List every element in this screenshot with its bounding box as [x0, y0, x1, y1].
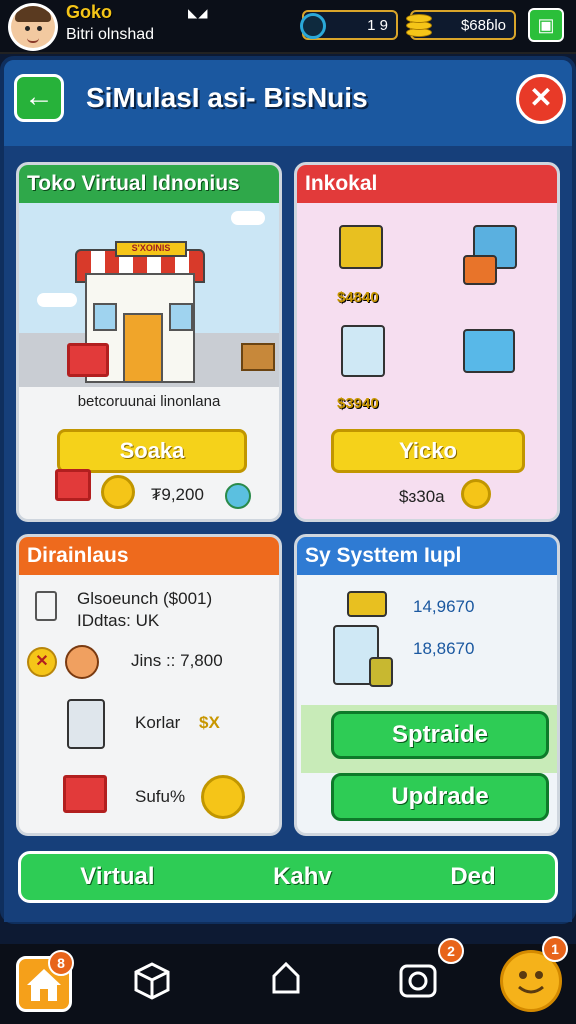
- box-icon: [241, 343, 275, 371]
- player-subtitle: Bitri olnshad: [66, 26, 155, 43]
- system-title: Sy Systtem Iupl: [297, 537, 557, 575]
- gem-icon: [300, 13, 326, 39]
- coin-icon: [101, 475, 135, 509]
- inventory-price-2: $3940: [337, 395, 379, 412]
- close-button[interactable]: ✕: [516, 74, 566, 124]
- tab-virtual[interactable]: Virtual: [80, 863, 154, 891]
- system-value-1: 14,9670: [413, 597, 475, 616]
- system-value-2: 18,8670: [413, 639, 475, 658]
- cloud-icon: [231, 211, 265, 225]
- shelf-cart-icon: [67, 699, 105, 749]
- player-name: Goko: [66, 2, 113, 22]
- profile-badge: 1: [542, 936, 568, 962]
- stats-line-4-label: Korlar: [135, 713, 181, 732]
- inventory-price: $ɜ30a: [399, 487, 445, 506]
- store-action-button[interactable]: Soaka: [57, 429, 247, 473]
- x-coin-icon[interactable]: ✕: [27, 647, 57, 677]
- eyes-icon: ◣◢: [188, 6, 209, 20]
- box-icon[interactable]: [128, 958, 176, 1006]
- shop-door: [123, 313, 163, 383]
- stats-line-1: Glsoeunch ($001): [77, 589, 213, 608]
- stats-panel: Dirainlaus Glsoeunch ($001) IDdtas: UK ✕…: [16, 534, 282, 836]
- sptraide-button[interactable]: Sptraide: [331, 711, 549, 759]
- basket-icon: [369, 657, 393, 687]
- avatar-hair: [15, 6, 51, 22]
- shop-sign: S'XOINIS: [115, 241, 187, 257]
- coin-icon: [461, 479, 491, 509]
- stats-line-2: IDdtas: UK: [77, 611, 160, 630]
- coins-value: $68ɓlo: [460, 16, 506, 34]
- basket-icon: [63, 775, 107, 813]
- coin-stack-icon: [406, 10, 434, 40]
- item-cart-icon[interactable]: [463, 329, 515, 373]
- page-title: SiMulasI asi- BisNuis: [86, 82, 368, 113]
- system-panel: Sy Systtem Iupl 14,9670 18,8670 Sptraide…: [294, 534, 560, 836]
- store-description: betcoruunai linonlana: [77, 393, 221, 410]
- inventory-action-button[interactable]: Yicko: [331, 429, 525, 473]
- item-crate-icon[interactable]: [339, 225, 383, 269]
- virtual-store-title: Toko Virtual Idnonius: [19, 165, 279, 203]
- inventory-price-1: $4840: [337, 289, 379, 306]
- store-scene: S'XOINIS: [19, 203, 279, 387]
- item-display-cart-icon[interactable]: [341, 325, 385, 377]
- home-badge: 8: [48, 950, 74, 976]
- upgrade-button[interactable]: Updrade: [331, 773, 549, 821]
- shop-plus-button[interactable]: ▣: [528, 8, 564, 42]
- stats-title: Dirainlaus: [19, 537, 279, 575]
- avatar-eye: [25, 26, 30, 31]
- top-status-bar: Goko Bitri olnshad ◣◢ 1 9 $68ɓlo ▣: [0, 0, 576, 54]
- cloud-icon: [37, 293, 77, 307]
- item-box-icon: [463, 255, 497, 285]
- back-button[interactable]: ←: [14, 74, 64, 122]
- key-icon: [35, 591, 57, 621]
- gems-value: 1 9: [367, 16, 388, 34]
- stats-line-3: Jins :: 7,800: [131, 651, 223, 670]
- inventory-panel: Inkokal $4840 $3940 Yicko $ɜ30a: [294, 162, 560, 522]
- house-outline-icon[interactable]: [262, 958, 310, 1006]
- basket-icon: [55, 469, 91, 501]
- avatar-eye: [37, 26, 42, 31]
- camera-icon[interactable]: [394, 958, 442, 1006]
- store-price: ₮9,200: [151, 485, 204, 504]
- character-icon: [65, 645, 99, 679]
- virtual-store-panel: Toko Virtual Idnonius S'XOINIS betcoruun…: [16, 162, 282, 522]
- crate-icon: [347, 591, 387, 617]
- avatar-mouth: [27, 38, 39, 43]
- shopping-cart-icon: [67, 343, 109, 377]
- tab-kahv[interactable]: Kahv: [273, 863, 332, 891]
- camera-badge: 2: [438, 938, 464, 964]
- stats-line-4-value: $X: [199, 713, 220, 732]
- globe-icon: [225, 483, 251, 509]
- inventory-title: Inkokal: [297, 165, 557, 203]
- coins-counter[interactable]: $68ɓlo: [406, 10, 516, 40]
- bottom-tab-bar: Virtual Kahv Ded: [18, 851, 558, 903]
- shop-window: [169, 303, 193, 331]
- stats-line-5-label: Sufu%: [135, 787, 186, 806]
- shop-window: [93, 303, 117, 331]
- player-avatar[interactable]: [8, 3, 58, 51]
- coin-icon[interactable]: [201, 775, 245, 819]
- tab-ded[interactable]: Ded: [450, 863, 495, 891]
- gems-counter[interactable]: 1 9: [300, 10, 398, 40]
